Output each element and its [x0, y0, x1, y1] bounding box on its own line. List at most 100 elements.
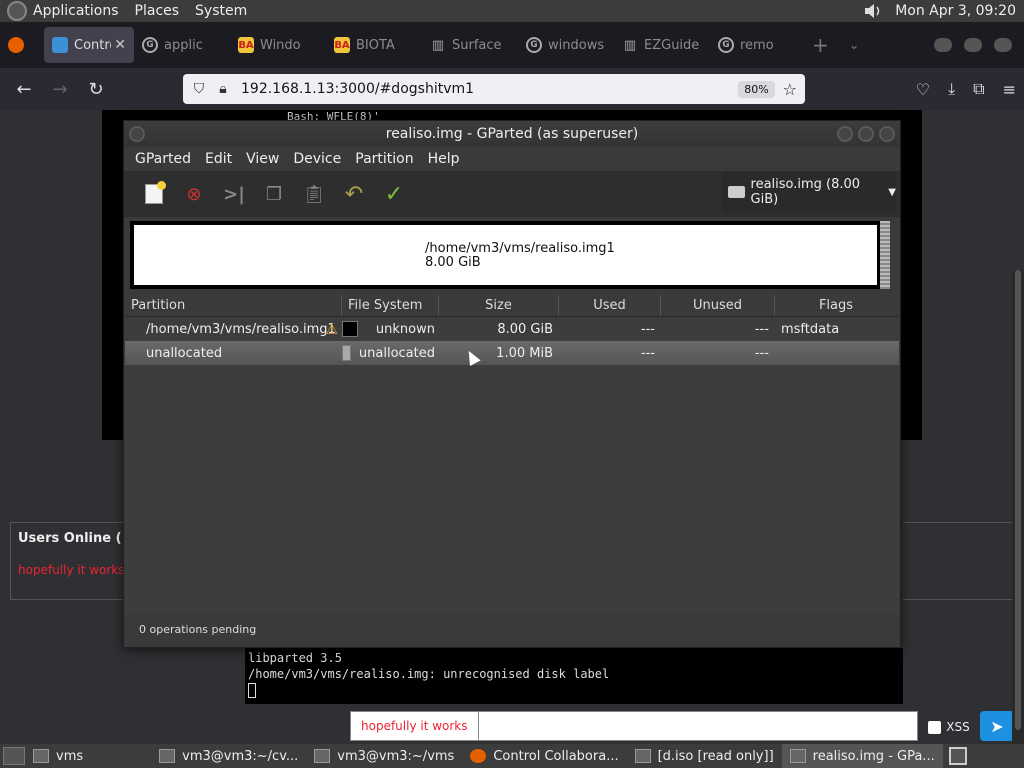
maximize-button[interactable]	[858, 126, 874, 142]
column-unused[interactable]: Unused	[661, 295, 775, 316]
browser-tabbar: Contro ✕ Gapplic BAWindo BABIOTA ▥Surfac…	[0, 22, 1024, 68]
terminal-icon	[159, 749, 176, 763]
minimize-button[interactable]	[934, 38, 952, 52]
taskbar: vms vm3@vm3:~/cv... vm3@vm3:~/vms Contro…	[0, 744, 1024, 768]
disk-icon	[634, 749, 651, 763]
menu-edit[interactable]: Edit	[198, 151, 239, 167]
column-filesystem[interactable]: File System	[342, 295, 439, 316]
tab-control[interactable]: Contro ✕	[44, 27, 134, 63]
taskbar-item-terminal-vms[interactable]: vm3@vm3:~/vms	[306, 744, 462, 768]
fs-color-swatch	[342, 345, 351, 361]
menu-device[interactable]: Device	[286, 151, 348, 167]
checkbox-icon[interactable]	[928, 720, 942, 734]
clock[interactable]: Mon Apr 3, 09:20	[895, 3, 1016, 19]
firefox-menu[interactable]	[0, 27, 44, 63]
google-icon: G	[718, 37, 734, 53]
hamburger-menu-icon[interactable]: ≡	[1003, 80, 1016, 99]
mint-menu-icon[interactable]	[7, 1, 27, 21]
reload-icon[interactable]: ↻	[78, 79, 114, 100]
chat-input[interactable]: hopefully it works	[350, 711, 918, 741]
volume-icon[interactable]	[863, 3, 885, 19]
table-row[interactable]: unallocated unallocated 1.00 MiB --- ---	[125, 341, 899, 365]
tab-remo[interactable]: Gremo	[710, 27, 806, 63]
forward-arrow-icon[interactable]: →	[42, 79, 78, 100]
minimize-button[interactable]	[837, 126, 853, 142]
new-tab-button[interactable]: +	[812, 33, 829, 57]
show-desktop-button[interactable]	[3, 747, 25, 765]
menu-applications[interactable]: Applications	[33, 3, 119, 19]
extensions-icon[interactable]: ⧉	[973, 79, 984, 99]
unallocated-stripe[interactable]	[880, 221, 890, 289]
lock-icon[interactable]: 🔒︎	[215, 81, 231, 97]
tab-biota[interactable]: BA BIOTA	[326, 27, 422, 63]
back-arrow-icon[interactable]: ←	[6, 79, 42, 100]
device-selector[interactable]: realiso.img (8.00 GiB) ▼	[722, 171, 896, 213]
gparted-titlebar[interactable]: realiso.img - GParted (as superuser)	[124, 121, 900, 147]
users-online-message: hopefully it works -	[18, 563, 133, 577]
disk-icon	[728, 186, 745, 198]
partition-visual[interactable]: /home/vm3/vms/realiso.img1 8.00 GiB	[130, 221, 890, 289]
resize-move-button[interactable]: >|	[214, 176, 254, 212]
pocket-icon[interactable]: ♡	[916, 80, 930, 99]
tab-applic[interactable]: Gapplic	[134, 27, 230, 63]
url-bar[interactable]: ⛉ 🔒︎ 192.168.1.13:3000/#dogshitvm1 80% ☆	[183, 74, 805, 104]
paper-plane-icon: ➤	[990, 716, 1004, 736]
page-scrollbar[interactable]	[1012, 270, 1024, 744]
window-menu-button[interactable]	[129, 126, 145, 142]
close-icon[interactable]: ✕	[114, 37, 126, 53]
users-online-title: Users Online (1	[18, 531, 131, 546]
paste-button[interactable]: 📋︎	[294, 176, 334, 212]
close-window-button[interactable]	[994, 38, 1012, 52]
table-row[interactable]: /home/vm3/vms/realiso.img1 ⚠ unknown 8.0…	[125, 317, 899, 341]
workspace-switcher[interactable]	[948, 747, 967, 765]
list-tabs-icon[interactable]: ⌄	[849, 38, 860, 53]
delete-icon: ⊗	[186, 183, 202, 205]
star-icon[interactable]: ☆	[783, 80, 797, 99]
menu-gparted[interactable]: GParted	[128, 151, 198, 167]
toolbar-right: ♡ ⤓ ⧉ ≡	[916, 68, 1016, 110]
menu-help[interactable]: Help	[421, 151, 467, 167]
column-size[interactable]: Size	[439, 295, 559, 316]
delete-partition-button[interactable]: ⊗	[174, 176, 214, 212]
undo-button[interactable]: ↶	[334, 176, 374, 212]
panel-border	[903, 522, 1015, 600]
gparted-icon	[789, 749, 806, 763]
tab-windows[interactable]: Gwindows	[518, 27, 614, 63]
gparted-toolbar: ⊗ >| ❐ 📋︎ ↶ ✓ realiso.img (8.00 GiB) ▼	[124, 171, 900, 217]
tab-windo[interactable]: BA Windo	[230, 27, 326, 63]
google-icon: G	[142, 37, 158, 53]
window-title: realiso.img - GParted (as superuser)	[385, 126, 639, 142]
zoom-badge[interactable]: 80%	[738, 80, 775, 98]
menu-view[interactable]: View	[239, 151, 286, 167]
new-icon	[145, 181, 166, 204]
partition-table: Partition File System Size Used Unused F…	[125, 295, 899, 611]
url-text[interactable]: 192.168.1.13:3000/#dogshitvm1	[241, 81, 738, 97]
shield-icon[interactable]: ⛉	[191, 81, 207, 97]
menu-system[interactable]: System	[195, 3, 247, 19]
xss-checkbox[interactable]: XSS	[918, 711, 980, 743]
new-partition-button[interactable]	[134, 176, 174, 212]
partition-bar[interactable]: /home/vm3/vms/realiso.img1 8.00 GiB	[134, 225, 877, 285]
column-used[interactable]: Used	[559, 295, 661, 316]
taskbar-item-terminal-cv[interactable]: vm3@vm3:~/cv...	[151, 744, 306, 768]
taskbar-item-diso[interactable]: [d.iso [read only]]	[627, 744, 782, 768]
taskbar-item-gparted[interactable]: realiso.img - GPa...	[781, 744, 943, 768]
copy-button[interactable]: ❐	[254, 176, 294, 212]
menu-places[interactable]: Places	[135, 3, 180, 19]
columns-icon: ▥	[623, 37, 637, 53]
tab-ezguide[interactable]: ▥ EZGuide	[614, 27, 710, 63]
menu-partition[interactable]: Partition	[348, 151, 420, 167]
paste-icon: 📋︎	[302, 183, 326, 205]
maximize-button[interactable]	[964, 38, 982, 52]
send-button[interactable]: ➤	[980, 711, 1014, 741]
column-flags[interactable]: Flags	[775, 295, 897, 316]
download-icon[interactable]: ⤓	[948, 79, 955, 99]
bottom-terminal[interactable]: libparted 3.5 /home/vm3/vms/realiso.img:…	[245, 648, 903, 704]
firefox-icon	[8, 37, 24, 53]
taskbar-item-firefox[interactable]: Control Collabora...	[462, 744, 626, 768]
close-button[interactable]	[879, 126, 895, 142]
apply-button[interactable]: ✓	[374, 176, 414, 212]
column-partition[interactable]: Partition	[125, 295, 342, 316]
tab-surface[interactable]: ▥ Surface	[422, 27, 518, 63]
taskbar-item-vms[interactable]: vms	[25, 744, 91, 768]
